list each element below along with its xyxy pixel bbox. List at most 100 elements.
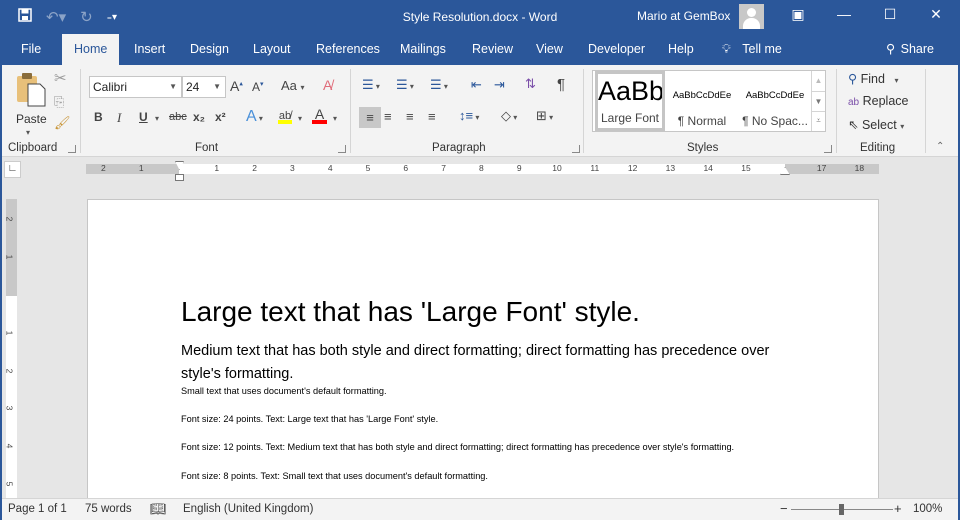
editing-group-label: Editing	[860, 142, 896, 154]
info-paragraph[interactable]: Font size: 12 points. Text: Medium text …	[181, 442, 734, 452]
style-no-spacing[interactable]: AaBbCcDdEe ¶ No Spac...	[739, 71, 811, 131]
ribbon: Paste ▾ ✂ ⎘ 🖌︎ Clipboard Calibri ▼ 24 ▼ A▴…	[0, 65, 960, 157]
bold-button[interactable]: B	[94, 110, 103, 124]
paste-dropdown-icon[interactable]: ▾	[26, 128, 30, 137]
cursor-arrow-icon: ⇖	[848, 118, 859, 132]
format-painter-icon[interactable]: 🖌︎	[54, 115, 71, 131]
strikethrough-button[interactable]: abc	[169, 111, 187, 123]
styles-gallery-scroll[interactable]: ▲ ▼ ⩡	[811, 71, 825, 131]
cut-icon[interactable]: ✂	[54, 69, 67, 87]
document-page[interactable]: Large text that has 'Large Font' style. …	[87, 199, 879, 499]
tab-developer[interactable]: Developer	[588, 34, 645, 65]
zoom-out-button[interactable]: −	[780, 501, 788, 516]
user-name[interactable]: Mario at GemBox	[637, 9, 730, 23]
tab-design[interactable]: Design	[190, 34, 229, 65]
find-button[interactable]: ⚲ Find ▾	[848, 71, 898, 86]
copy-icon[interactable]: ⎘	[54, 94, 64, 110]
justify-button[interactable]: ≡	[428, 109, 436, 124]
font-color-button[interactable]: A	[312, 106, 327, 124]
info-paragraph[interactable]: Font size: 24 points. Text: Large text t…	[181, 414, 438, 424]
underline-button[interactable]: U	[139, 110, 148, 124]
style-large-font[interactable]: AaBb Large Font	[595, 71, 665, 131]
tell-me-search[interactable]: 💡︎ Tell me	[722, 34, 782, 65]
zoom-in-button[interactable]: +	[894, 501, 902, 516]
styles-group-label: Styles	[687, 142, 719, 154]
paragraph-dialog-launcher-icon[interactable]	[572, 145, 580, 153]
align-left-button[interactable]: ≡	[359, 107, 381, 128]
tab-references[interactable]: References	[316, 34, 380, 65]
zoom-level[interactable]: 100%	[913, 503, 942, 515]
tab-home[interactable]: Home	[62, 34, 120, 65]
large-text-paragraph[interactable]: Large text that has 'Large Font' style.	[181, 296, 640, 328]
maximize-icon[interactable]: ☐	[880, 6, 900, 23]
collapse-ribbon-icon[interactable]: ⌃	[936, 141, 944, 152]
minimize-icon[interactable]: —	[834, 6, 854, 22]
clear-formatting-icon[interactable]: A̸	[323, 77, 332, 93]
left-indent-marker[interactable]	[175, 174, 184, 181]
window-border	[0, 65, 2, 520]
select-button[interactable]: ⇖ Select ▾	[848, 117, 904, 132]
zoom-slider-thumb[interactable]	[839, 504, 844, 515]
tab-mailings[interactable]: Mailings	[400, 34, 446, 65]
scroll-up-icon[interactable]: ▲	[812, 71, 825, 91]
word-count[interactable]: 75 words	[85, 503, 132, 515]
replace-button[interactable]: ab Replace	[848, 94, 908, 108]
align-center-button[interactable]: ≡	[384, 109, 392, 124]
page-count[interactable]: Page 1 of 1	[8, 503, 67, 515]
change-case-button[interactable]: Aa ▾	[281, 78, 305, 93]
tab-review[interactable]: Review	[472, 34, 513, 65]
multilevel-list-icon[interactable]: ☰ ▾	[430, 77, 448, 93]
tab-stop-selector[interactable]: ∟	[4, 161, 21, 178]
tab-file[interactable]: File	[21, 34, 41, 65]
style-normal[interactable]: AaBbCcDdEe ¶ Normal	[667, 71, 737, 131]
highlighter-icon: ab̸	[278, 110, 292, 122]
superscript-button[interactable]: x²	[215, 110, 226, 124]
ruler-number: 2	[4, 217, 15, 222]
font-size-combo[interactable]: 24 ▼	[182, 76, 226, 98]
proofing-icon[interactable]: 📖︎	[150, 501, 167, 517]
highlight-color-button[interactable]: ab̸	[278, 107, 292, 124]
avatar[interactable]	[739, 4, 764, 29]
small-text-paragraph[interactable]: Small text that uses document's default …	[181, 386, 387, 396]
shading-icon[interactable]: ◇ ▾	[501, 108, 517, 124]
text-effects-icon[interactable]: A ▾	[246, 108, 263, 126]
styles-dialog-launcher-icon[interactable]	[824, 145, 832, 153]
chevron-down-icon[interactable]: ▾	[298, 114, 302, 123]
grow-font-icon[interactable]: A▴	[230, 78, 243, 94]
increase-indent-icon[interactable]: ⇥	[494, 77, 505, 93]
subscript-button[interactable]: x₂	[193, 110, 205, 124]
numbering-icon[interactable]: ☰ ▾	[396, 77, 414, 93]
more-styles-icon[interactable]: ⩡	[812, 111, 825, 131]
decrease-indent-icon[interactable]: ⇤	[471, 77, 482, 93]
vertical-ruler[interactable]: 2 1 1 2 3 4 5	[4, 199, 17, 498]
tab-insert[interactable]: Insert	[134, 34, 165, 65]
medium-text-paragraph[interactable]: Medium text that has both style and dire…	[181, 340, 781, 386]
horizontal-ruler[interactable]: 2 1 1 2 3 4 5 6 7 8 9 10 11 12 13 14 15 17 18	[86, 163, 879, 174]
font-name-combo[interactable]: Calibri ▼	[89, 76, 182, 98]
tab-layout[interactable]: Layout	[253, 34, 291, 65]
bullets-icon[interactable]: ☰ ▾	[362, 77, 380, 93]
language[interactable]: English (United Kingdom)	[183, 503, 313, 515]
line-spacing-icon[interactable]: ↕≡ ▾	[459, 108, 479, 123]
style-name: Large Font	[600, 111, 660, 125]
share-button[interactable]: ⚲ Share	[886, 34, 934, 65]
sort-icon[interactable]: ⇅	[525, 76, 536, 92]
ruler-margin-right	[785, 164, 879, 174]
paste-button[interactable]: Paste ▾	[12, 71, 48, 137]
show-formatting-marks-icon[interactable]: ¶	[557, 76, 565, 93]
clipboard-dialog-launcher-icon[interactable]	[68, 145, 76, 153]
close-icon[interactable]: ✕	[926, 6, 946, 23]
scroll-down-icon[interactable]: ▼	[812, 91, 825, 111]
ruler-number: 1	[4, 254, 15, 260]
ribbon-display-options-icon[interactable]: ▣	[788, 6, 808, 23]
borders-icon[interactable]: ⊞ ▾	[536, 108, 553, 124]
tab-help[interactable]: Help	[668, 34, 694, 65]
font-dialog-launcher-icon[interactable]	[338, 145, 346, 153]
tab-view[interactable]: View	[536, 34, 563, 65]
align-right-button[interactable]: ≡	[406, 109, 414, 124]
italic-button[interactable]: I	[117, 110, 121, 126]
underline-dropdown-icon[interactable]: ▾	[155, 114, 159, 123]
info-paragraph[interactable]: Font size: 8 points. Text: Small text th…	[181, 471, 488, 481]
chevron-down-icon[interactable]: ▾	[333, 114, 337, 123]
shrink-font-icon[interactable]: A▾	[252, 80, 264, 94]
